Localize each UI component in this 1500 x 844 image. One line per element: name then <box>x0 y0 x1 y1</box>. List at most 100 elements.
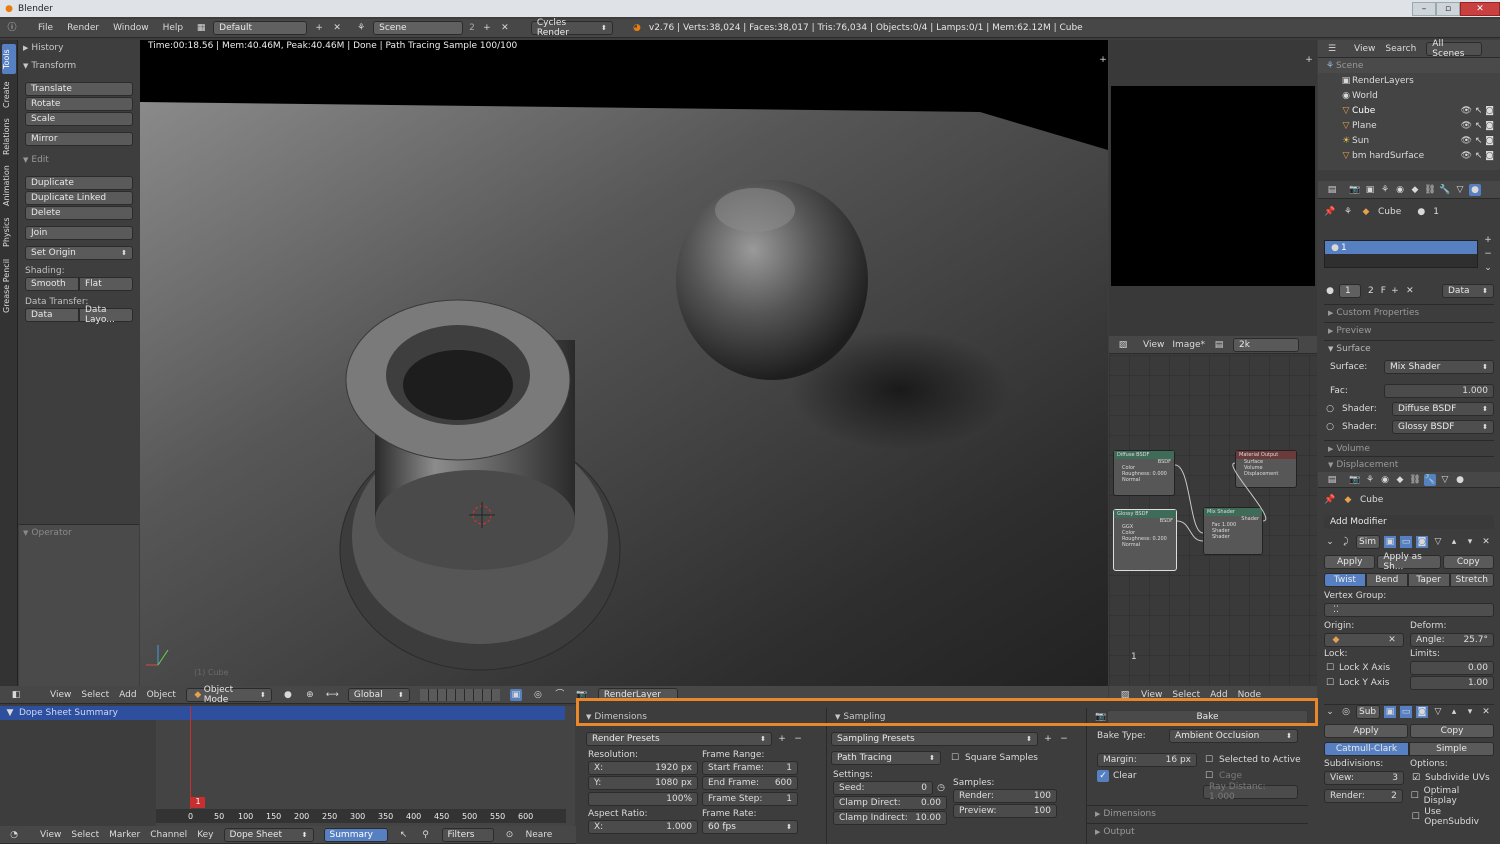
frame-step-field[interactable]: Frame Step: 1 <box>702 792 798 806</box>
outliner-item-cube[interactable]: ▽ Cube 👁 ↖ ◙ <box>1318 103 1500 118</box>
sd-apply-button[interactable]: Apply <box>1324 555 1376 569</box>
remove-scene-icon[interactable]: ✕ <box>499 22 511 34</box>
subsurf-editmode-icon[interactable]: ▣ <box>1384 705 1396 718</box>
snap-icon[interactable]: ⌒ <box>554 689 566 701</box>
modifiers-tab-icon[interactable]: 🔧 <box>1439 184 1451 196</box>
frame-rate-selector[interactable]: 60 fps ⬍ <box>702 820 798 834</box>
shader2-selector[interactable]: Glossy BSDF ⬍ <box>1392 420 1494 434</box>
mode-stretch[interactable]: Stretch <box>1449 573 1494 587</box>
join-button[interactable]: Join <box>25 226 133 240</box>
lock-camera-icon[interactable]: ▣ <box>509 688 522 701</box>
dope-editor-type-icon[interactable]: ◔ <box>8 829 20 841</box>
resolution-percentage-field[interactable]: 100% <box>588 792 698 806</box>
object-menu[interactable]: Object <box>147 690 176 700</box>
tab-tools[interactable]: Tools <box>2 44 16 74</box>
subsurf-remove-icon[interactable]: ✕ <box>1480 706 1492 718</box>
volume-header[interactable]: ▶ Volume <box>1324 440 1494 456</box>
resolution-x-field[interactable]: X: 1920 px <box>588 761 698 775</box>
render-toggle-icon[interactable]: ◙ <box>1416 536 1428 548</box>
scene-icon[interactable]: ⚘ <box>355 22 367 34</box>
mode-selector[interactable]: ◆ Object Mode ⬍ <box>185 685 272 705</box>
proportional-edit-icon[interactable]: ◎ <box>532 689 544 701</box>
select-menu[interactable]: Select <box>81 690 109 700</box>
dope-sheet[interactable]: ▼ Dope Sheet Summary 1 0 50 100 150 200 2… <box>0 706 575 826</box>
image-browse-icon[interactable]: ▤ <box>1213 339 1225 351</box>
subsurf-view-field[interactable]: View: 3 <box>1324 771 1404 785</box>
object-tab-icon-2[interactable]: ◆ <box>1394 474 1406 486</box>
subsurf-render-icon[interactable]: ◙ <box>1416 705 1428 718</box>
bake-button[interactable]: Bake <box>1107 710 1308 724</box>
data-layout-button[interactable]: Data Layo... <box>79 305 133 325</box>
close-window-button[interactable]: ✕ <box>1460 1 1500 16</box>
add-menu[interactable]: Add <box>119 690 136 700</box>
outliner-item-scene[interactable]: ⚘ Scene <box>1318 58 1500 73</box>
set-origin-button[interactable]: Set Origin ⬍ <box>25 246 133 260</box>
mirror-button[interactable]: Mirror <box>25 132 133 146</box>
ds-mode-selector[interactable]: Dope Sheet ⬍ <box>223 827 314 842</box>
menu-render[interactable]: Render <box>67 23 99 33</box>
move-down-icon[interactable]: ▾ <box>1464 536 1476 548</box>
simple-subdiv-button[interactable]: Simple <box>1409 742 1494 756</box>
clamp-indirect-field[interactable]: Clamp Indirect: 10.00 <box>833 811 947 825</box>
ds-channel-menu[interactable]: Channel <box>150 830 187 840</box>
subsurf-name[interactable]: Sub <box>1356 704 1380 719</box>
ds-key-menu[interactable]: Key <box>197 830 213 840</box>
bake-clear-checkbox[interactable]: ✓ Clear <box>1097 770 1197 782</box>
subsurf-copy-button[interactable]: Copy <box>1410 724 1494 738</box>
node-editor[interactable]: Diffuse BSDF BSDF Color Roughness: 0.000… <box>1109 355 1317 686</box>
outliner-type-icon[interactable]: ☰ <box>1326 43 1338 55</box>
render-engine-selector[interactable]: Cycles Render ⬍ <box>530 18 613 38</box>
subsurf-render-field[interactable]: Render: 2 <box>1324 789 1403 803</box>
data-tab-icon[interactable]: ▽ <box>1454 184 1466 196</box>
slot-menu-icon[interactable]: ⌄ <box>1482 262 1494 274</box>
ds-select-menu[interactable]: Select <box>71 830 99 840</box>
animated-seed-icon[interactable]: ◷ <box>935 782 947 794</box>
add-area-icon[interactable]: + <box>1097 54 1109 66</box>
collapse-icon[interactable]: ⌄ <box>1324 536 1336 548</box>
outliner-view-menu[interactable]: View <box>1354 44 1375 54</box>
node-material-output[interactable]: Material Output Surface Volume Displacem… <box>1235 450 1297 488</box>
material-slot-item[interactable]: ● 1 <box>1325 241 1477 254</box>
tab-grease-pencil[interactable]: Grease Pencil <box>2 254 16 318</box>
edit-panel-header[interactable]: ▼ Edit <box>19 152 139 168</box>
history-panel-header[interactable]: ▶ History <box>19 40 139 56</box>
remove-render-preset-icon[interactable]: − <box>792 733 804 745</box>
data-transfer-button[interactable]: Data <box>25 308 79 322</box>
scale-button[interactable]: Scale <box>25 112 133 126</box>
add-slot-icon[interactable]: + <box>1482 234 1494 246</box>
world-tab-icon-2[interactable]: ◉ <box>1379 474 1391 486</box>
node-editor-type-icon[interactable]: ▨ <box>1119 689 1131 701</box>
bake-dimensions-header[interactable]: ▶ Dimensions <box>1087 805 1308 821</box>
auto-snap-icon[interactable]: ⊙ <box>504 829 516 841</box>
mode-bend[interactable]: Bend <box>1365 573 1408 587</box>
sampling-presets-selector[interactable]: Sampling Presets ⬍ <box>831 732 1038 746</box>
scene-tab-icon[interactable]: ⚘ <box>1379 184 1391 196</box>
node-mix-shader[interactable]: Mix Shader Shader Fac 1.000 Shader Shade… <box>1203 507 1263 555</box>
render-layers-tab-icon[interactable]: ▣ <box>1364 184 1376 196</box>
unlink-material-icon[interactable]: ✕ <box>1404 285 1416 297</box>
resolution-y-field[interactable]: Y: 1080 px <box>588 776 698 790</box>
oncage-toggle-icon[interactable]: ▽ <box>1432 536 1444 548</box>
image-editor-type-icon[interactable]: ▨ <box>1117 339 1129 351</box>
menu-help[interactable]: Help <box>163 23 184 33</box>
limit-max-field[interactable]: 1.00 <box>1410 676 1494 690</box>
remove-modifier-icon[interactable]: ✕ <box>1480 536 1492 548</box>
lock-y-checkbox[interactable]: ☐ Lock Y Axis <box>1324 677 1404 689</box>
bake-output-header[interactable]: ▶ Output <box>1087 823 1308 839</box>
square-samples-checkbox[interactable]: ☐ Square Samples <box>949 752 1038 764</box>
render-still-icon[interactable]: 📷 <box>576 689 588 701</box>
ray-distance-field[interactable]: Ray Distanc: 1.000 <box>1203 782 1298 802</box>
only-selected-icon[interactable]: ↖ <box>398 829 410 841</box>
translate-button[interactable]: Translate <box>25 82 133 96</box>
image-view-menu[interactable]: View <box>1143 340 1164 350</box>
outliner-item-world[interactable]: ◉ World <box>1318 88 1500 103</box>
catmull-clark-button[interactable]: Catmull-Clark <box>1324 742 1409 756</box>
sampling-header[interactable]: ▼ Sampling <box>827 708 1070 726</box>
screen-layout-icon[interactable]: ▦ <box>195 22 207 34</box>
cage-checkbox[interactable]: ☐ Cage <box>1203 770 1242 782</box>
duplicate-linked-button[interactable]: Duplicate Linked <box>25 191 133 205</box>
subsurf-oncage-icon[interactable]: ▽ <box>1432 706 1444 718</box>
ne-view-menu[interactable]: View <box>1141 690 1162 700</box>
image-menu[interactable]: Image* <box>1172 340 1205 350</box>
material-name-field[interactable]: 1 <box>1339 284 1361 298</box>
